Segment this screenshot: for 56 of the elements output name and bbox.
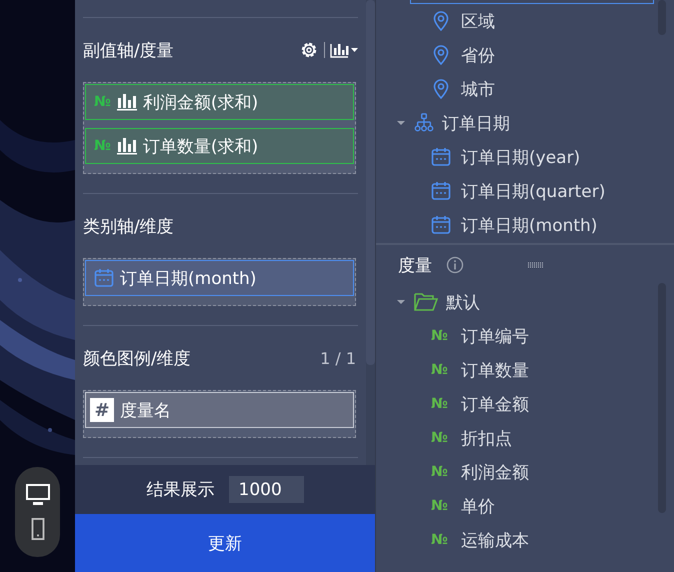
location-pin-icon [431,11,451,31]
field-count: 1 / 1 [320,348,356,368]
tree-item[interactable]: 省份 [376,38,674,72]
numeric-icon: № [431,396,451,412]
numeric-icon: № [431,362,451,378]
numeric-icon: № [94,94,111,110]
location-pin-icon [431,45,451,65]
hierarchy-icon [414,113,434,133]
numeric-icon: № [94,138,111,154]
bar-chart-icon [116,93,137,111]
field-pill[interactable]: # 度量名 [85,392,354,428]
panel-title: 度量 [398,254,432,276]
tree-item[interactable]: № 订单数量 [376,353,674,387]
tree-item[interactable]: № 订单编号 [376,319,674,353]
settings-icon[interactable] [299,40,319,60]
section-title: 类别轴/维度 [83,216,175,238]
tree-item[interactable]: № 折扣点 [376,421,674,455]
caret-icon[interactable] [396,118,406,128]
calendar-icon [431,215,451,235]
tree-item[interactable]: № 单价 [376,489,674,523]
monitor-icon[interactable] [26,484,50,506]
tree-item[interactable]: 默认 [376,285,674,319]
tree-item[interactable]: 订单日期(month) [376,208,674,242]
section-title: 颜色图例/维度 [83,348,192,370]
folder-icon [414,292,438,312]
location-pin-icon [431,79,451,99]
tree-item[interactable]: № 订单金额 [376,387,674,421]
result-label: 结果展示 [146,479,214,501]
field-pill[interactable]: № 订单数量(求和) [85,128,354,164]
numeric-icon: № [431,532,451,548]
tree-item[interactable]: № 利润金额 [376,455,674,489]
tree-item[interactable]: 订单日期(year) [376,140,674,174]
calendar-icon [431,181,451,201]
hash-icon: # [90,398,114,422]
tree-item[interactable]: 订单日期 [376,106,674,140]
numeric-icon: № [431,464,451,480]
update-button[interactable]: 更新 [75,514,375,572]
tree-item[interactable]: № 运输成本 [376,523,674,557]
field-pill[interactable]: № 利润金额(求和) [85,84,354,120]
info-icon[interactable] [446,256,464,274]
result-count-field[interactable]: 1000 [228,476,304,503]
bar-chart-icon [116,137,137,155]
numeric-icon: № [431,498,451,514]
calendar-icon [431,147,451,167]
scrollbar-thumb[interactable] [366,0,375,365]
calendar-icon [94,268,114,288]
section-title: 副值轴/度量 [83,40,175,62]
tree-item[interactable]: 订单日期(quarter) [376,174,674,208]
numeric-icon: № [431,430,451,446]
field-pill[interactable]: 订单日期(month) [85,260,354,296]
drag-handle-icon[interactable] [528,262,544,268]
tree-item[interactable]: 区域 [376,4,674,38]
bar-chart-dropdown-icon[interactable] [330,42,358,58]
caret-icon[interactable] [396,297,406,307]
tree-item[interactable]: 城市 [376,72,674,106]
numeric-icon: № [431,328,451,344]
